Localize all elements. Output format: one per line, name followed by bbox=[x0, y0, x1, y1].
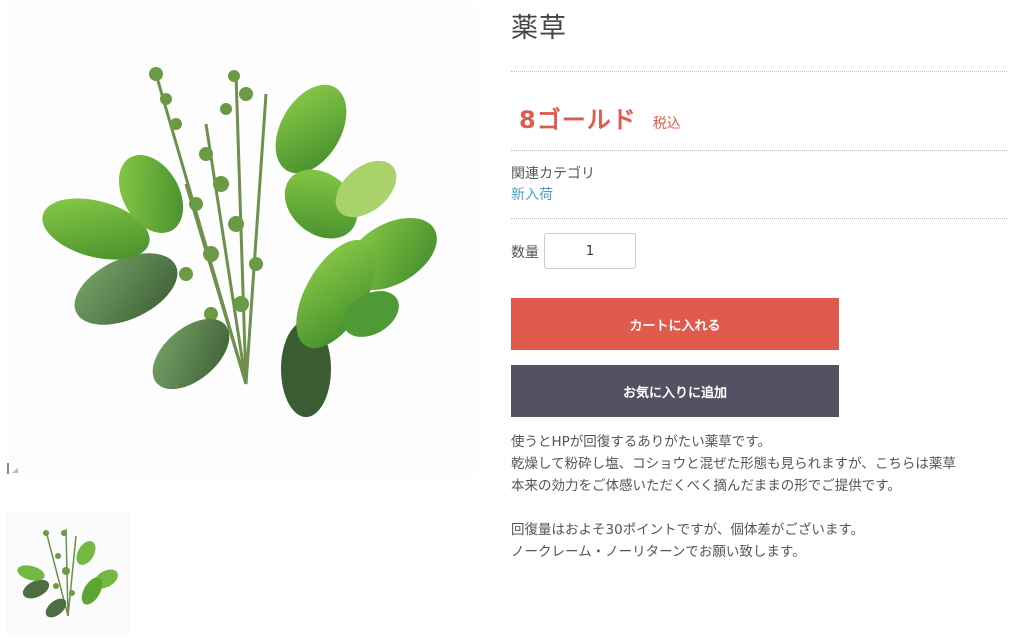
add-to-cart-button[interactable]: カートに入れる bbox=[511, 298, 839, 350]
description-line: 回復量はおよそ30ポイントですが、個体差がございます。 bbox=[511, 522, 865, 538]
divider bbox=[511, 71, 1007, 72]
divider bbox=[511, 218, 1007, 219]
product-main-image[interactable] bbox=[6, 4, 478, 476]
herb-thumbnail-image bbox=[17, 528, 118, 618]
category-link-new-arrivals[interactable]: 新入荷 bbox=[511, 184, 553, 204]
category-label: 関連カテゴリ bbox=[511, 166, 595, 182]
product-price: 8ゴールド bbox=[519, 106, 637, 134]
description-line: 使うとHPが回復するありがたい薬草です。 bbox=[511, 434, 771, 450]
product-gallery bbox=[0, 0, 500, 642]
herb-bouquet-image bbox=[42, 67, 437, 417]
divider bbox=[511, 150, 1007, 151]
product-description: 使うとHPが回復するありがたい薬草です。 乾燥して粉砕し塩、コショウと混ぜた形態… bbox=[511, 431, 1011, 563]
description-line: 本来の効力をご体感いただくべく摘んだままの形でご提供です。 bbox=[511, 478, 901, 494]
expand-icon[interactable] bbox=[6, 460, 24, 476]
description-line: ノークレーム・ノーリターンでお願い致します。 bbox=[511, 544, 806, 560]
description-line: 乾燥して粉砕し塩、コショウと混ぜた形態も見られますが、こちらは薬草 bbox=[511, 456, 956, 472]
tax-label: 税込 bbox=[652, 116, 681, 132]
quantity-label: 数量 bbox=[511, 245, 539, 261]
product-title: 薬草 bbox=[511, 13, 567, 44]
add-to-favorites-button[interactable]: お気に入りに追加 bbox=[511, 365, 839, 417]
price-row: 8ゴールド 税込 bbox=[519, 100, 681, 135]
product-thumbnail[interactable] bbox=[6, 511, 130, 635]
quantity-input[interactable] bbox=[544, 233, 636, 269]
